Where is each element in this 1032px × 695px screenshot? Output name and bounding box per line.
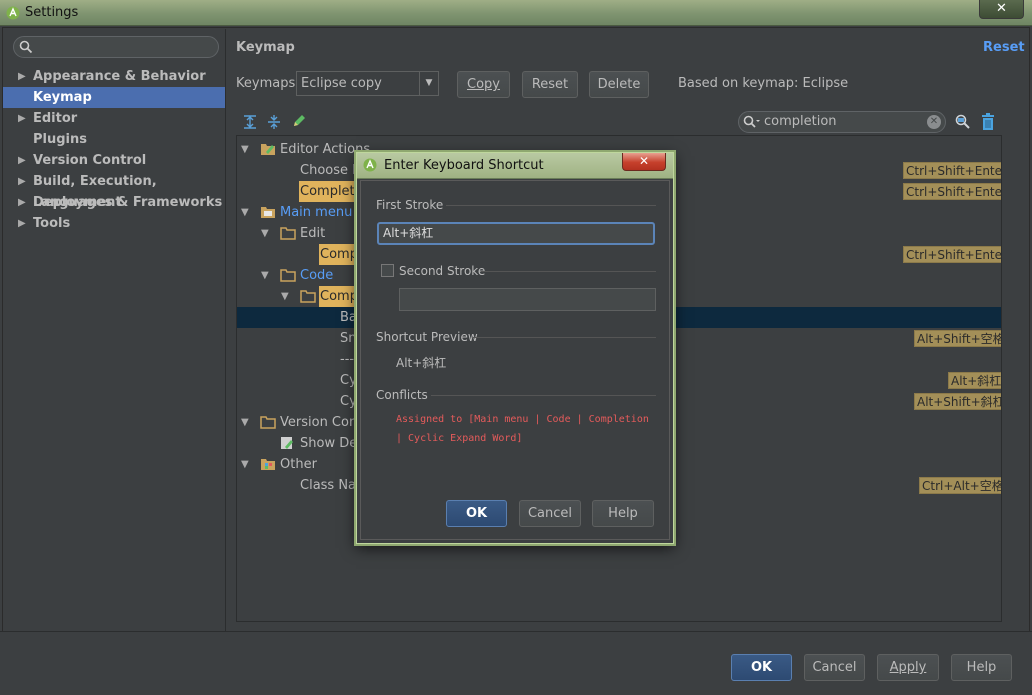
main-menu-folder-icon xyxy=(261,207,275,218)
expand-arrow-icon: ▶ xyxy=(18,176,26,187)
window-title-bar: Settings ✕ xyxy=(0,0,1032,26)
window-close-button[interactable]: ✕ xyxy=(979,0,1024,19)
second-stroke-input[interactable] xyxy=(399,288,656,311)
find-by-shortcut-icon[interactable] xyxy=(954,113,972,131)
shortcut-badge: Ctrl+Shift+Enter xyxy=(903,246,1001,263)
apply-button[interactable]: Apply xyxy=(877,654,939,681)
sidebar-item-keymap[interactable]: Keymap xyxy=(3,87,225,108)
dialog-body: First Stroke Alt+斜杠 Second Stroke Shortc… xyxy=(360,180,670,540)
second-stroke-checkbox[interactable] xyxy=(381,264,394,277)
enter-keyboard-shortcut-dialog: Enter Keyboard Shortcut ✕ First Stroke A… xyxy=(356,152,674,544)
dialog-ok-button[interactable]: OK xyxy=(446,500,507,527)
section-divider xyxy=(481,271,656,272)
android-studio-icon xyxy=(6,6,20,20)
clear-search-icon[interactable]: ✕ xyxy=(927,115,941,129)
cancel-button[interactable]: Cancel xyxy=(804,654,865,681)
keymap-filter-box[interactable]: completion ✕ xyxy=(738,111,946,133)
ok-button[interactable]: OK xyxy=(731,654,792,681)
shortcut-badge: Ctrl+Shift+Enter xyxy=(903,162,1001,179)
expand-arrow-icon: ▶ xyxy=(18,197,26,208)
collapse-arrow-icon: ▼ xyxy=(241,459,249,470)
sidebar-item-appearance-behavior[interactable]: ▶ Appearance & Behavior xyxy=(3,66,225,87)
other-folder-icon xyxy=(261,459,275,470)
collapse-arrow-icon: ▼ xyxy=(241,417,249,428)
reset-link[interactable]: Reset xyxy=(983,40,1025,55)
folder-icon xyxy=(300,290,316,303)
search-icon xyxy=(19,40,33,54)
settings-sidebar: ▶ Appearance & Behavior Keymap ▶ Editor Pl… xyxy=(3,29,226,631)
delete-button[interactable]: Delete xyxy=(589,71,649,98)
collapse-arrow-icon: ▼ xyxy=(241,144,249,155)
dialog-cancel-button[interactable]: Cancel xyxy=(519,500,581,527)
keymaps-label: Keymaps: xyxy=(236,76,300,91)
section-divider xyxy=(446,205,656,206)
first-stroke-input[interactable]: Alt+斜杠 xyxy=(377,222,655,245)
collapse-arrow-icon: ▼ xyxy=(281,291,289,302)
expand-arrow-icon: ▶ xyxy=(18,155,26,166)
search-with-options-icon xyxy=(743,115,760,128)
expand-all-icon[interactable] xyxy=(242,114,258,130)
copy-button[interactable]: Copy xyxy=(457,71,510,98)
dialog-close-button[interactable]: ✕ xyxy=(622,153,666,171)
shortcut-badge: Ctrl+Shift+Enter xyxy=(903,183,1001,200)
trash-icon[interactable] xyxy=(980,113,996,131)
section-divider xyxy=(473,337,656,338)
window-title: Settings xyxy=(25,5,79,20)
settings-search-box[interactable] xyxy=(13,36,219,58)
edit-shortcut-icon[interactable] xyxy=(292,114,306,128)
sidebar-item-tools[interactable]: ▶ Tools xyxy=(3,213,225,234)
based-on-keymap-text: Based on keymap: Eclipse xyxy=(678,76,849,91)
settings-search-input[interactable] xyxy=(36,39,214,55)
section-divider xyxy=(431,395,656,396)
dialog-help-button[interactable]: Help xyxy=(592,500,654,527)
folder-icon xyxy=(280,269,296,282)
page-title: Keymap xyxy=(236,40,295,55)
sidebar-item-build-execution-deployment[interactable]: ▶ Build, Execution, Deployment xyxy=(3,171,225,210)
dialog-title: Enter Keyboard Shortcut xyxy=(384,158,544,173)
shortcut-badge: Alt+Shift+斜杠 xyxy=(914,393,1001,410)
sidebar-item-languages-frameworks[interactable]: ▶ Languages & Frameworks xyxy=(3,192,225,213)
shortcut-preview-label: Shortcut Preview xyxy=(376,330,478,344)
sidebar-item-editor[interactable]: ▶ Editor xyxy=(3,108,225,129)
dialog-title-bar: Enter Keyboard Shortcut ✕ xyxy=(357,153,673,179)
collapse-arrow-icon: ▼ xyxy=(261,228,269,239)
second-stroke-label[interactable]: Second Stroke xyxy=(399,264,485,278)
shortcut-badge: Ctrl+Alt+空格 xyxy=(919,477,1001,494)
shortcut-badge: Alt+Shift+空格 xyxy=(914,330,1001,347)
show-details-icon xyxy=(281,437,293,449)
expand-arrow-icon: ▶ xyxy=(18,218,26,229)
sidebar-item-version-control[interactable]: ▶ Version Control xyxy=(3,150,225,171)
collapse-arrow-icon: ▼ xyxy=(241,207,249,218)
sidebar-item-plugins[interactable]: Plugins xyxy=(3,129,225,150)
shortcut-preview-value: Alt+斜杠 xyxy=(396,356,447,370)
expand-arrow-icon: ▶ xyxy=(18,113,26,124)
expand-arrow-icon: ▶ xyxy=(18,71,26,82)
shortcut-badge: Alt+斜杠 xyxy=(948,372,1001,389)
first-stroke-label: First Stroke xyxy=(376,198,444,212)
chevron-down-icon: ▼ xyxy=(419,72,438,95)
keymap-select-value: Eclipse copy xyxy=(301,76,382,91)
conflicts-label: Conflicts xyxy=(376,388,428,402)
collapse-all-icon[interactable] xyxy=(266,114,282,130)
folder-icon xyxy=(260,416,276,429)
android-studio-icon xyxy=(363,158,377,172)
conflicts-text: Assigned to [Main menu | Code | Completi… xyxy=(396,414,649,444)
help-button[interactable]: Help xyxy=(951,654,1012,681)
folder-icon xyxy=(280,227,296,240)
keymap-filter-value: completion xyxy=(764,114,837,129)
collapse-arrow-icon: ▼ xyxy=(261,270,269,281)
editor-actions-folder-icon xyxy=(261,144,275,155)
keymap-select[interactable]: Eclipse copy ▼ xyxy=(296,71,439,96)
reset-button[interactable]: Reset xyxy=(522,71,578,98)
dialog-button-bar: OK Cancel Apply Help xyxy=(0,631,1032,695)
